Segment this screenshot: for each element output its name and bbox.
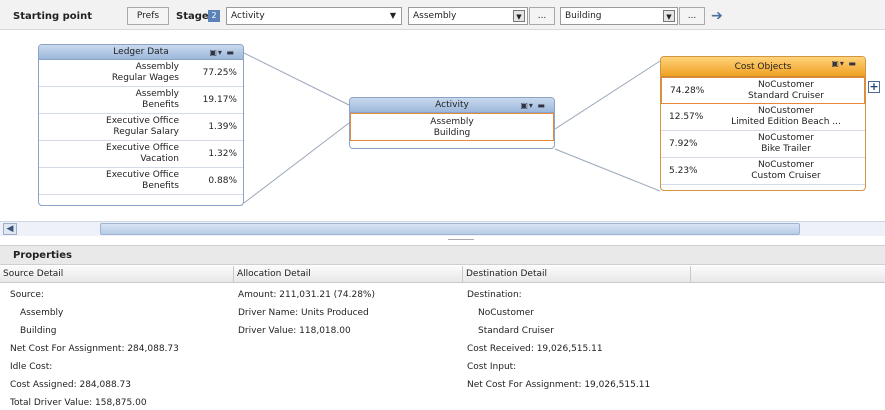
ledger-row-line1: Assembly — [135, 62, 179, 72]
assembly-select-value: Assembly — [413, 11, 457, 21]
expand-plus-icon[interactable]: + — [868, 81, 880, 93]
column-header-destination-detail[interactable]: Destination Detail — [463, 266, 691, 283]
properties-header: Properties — [0, 245, 885, 265]
destination-cost-input: Cost Input: — [467, 362, 517, 372]
ledger-row-line1: Executive Office — [106, 116, 179, 126]
building-select[interactable]: Building ▼ — [560, 7, 678, 25]
ledger-row[interactable]: Executive Office Vacation 1.32% — [39, 141, 243, 168]
destination-line: Standard Cruiser — [478, 326, 554, 336]
toolbar: Starting point Prefs Stage 2 Activity ▼ … — [0, 0, 885, 30]
cost-object-line2: Standard Cruiser — [748, 90, 824, 101]
cost-object-percent: 12.57% — [669, 112, 704, 122]
ledger-row-line1: Executive Office — [106, 170, 179, 180]
node-menu-icon[interactable]: ▣▾ ▬ — [520, 98, 546, 113]
stage-select-value: Activity — [231, 11, 265, 21]
prefs-button[interactable]: Prefs — [127, 7, 169, 25]
cost-objects-node[interactable]: Cost Objects ▣▾ ▬ 74.28% NoCustomer Stand… — [660, 56, 866, 191]
cost-object-line2: Bike Trailer — [761, 144, 811, 154]
cost-object-percent: 7.92% — [669, 139, 698, 149]
activity-title: Activity — [435, 100, 469, 110]
node-menu-icon[interactable]: ▣▾ ▬ — [209, 45, 235, 60]
activity-node[interactable]: Activity ▣▾ ▬ Assembly Building — [349, 97, 555, 149]
cost-objects-header: Cost Objects ▣▾ ▬ — [661, 57, 865, 77]
source-total-driver-value: Total Driver Value: 158,875.00 — [10, 398, 147, 408]
destination-label: Destination: — [467, 290, 522, 300]
allocation-driver-value: Driver Value: 118,018.00 — [238, 326, 351, 336]
chevron-down-icon: ▼ — [389, 11, 397, 20]
assembly-select[interactable]: Assembly ▼ — [408, 7, 528, 25]
allocation-canvas: Ledger Data ▣▾ ▬ Assembly Regular Wages 7… — [0, 31, 885, 221]
ledger-row-percent: 0.88% — [208, 176, 237, 186]
ledger-row[interactable]: Assembly Regular Wages 77.25% — [39, 60, 243, 87]
source-line: Assembly — [20, 308, 64, 318]
column-header-empty — [691, 266, 885, 283]
ledger-row[interactable]: Assembly Benefits 19.17% — [39, 87, 243, 114]
properties-title: Properties — [13, 250, 72, 261]
ledger-data-header: Ledger Data ▣▾ ▬ — [39, 45, 243, 60]
stage-number-badge: 2 — [208, 10, 220, 22]
ledger-row-line2: Regular Wages — [111, 73, 179, 83]
ledger-row-percent: 1.39% — [208, 122, 237, 132]
column-header-allocation-detail[interactable]: Allocation Detail — [234, 266, 463, 283]
source-label: Source: — [10, 290, 44, 300]
allocation-amount: Amount: 211,031.21 (74.28%) — [238, 290, 375, 300]
ledger-row[interactable]: Executive Office Benefits 0.88% — [39, 168, 243, 195]
ledger-row[interactable]: Executive Office Regular Salary 1.39% — [39, 114, 243, 141]
starting-point-label: Starting point — [13, 11, 92, 22]
ledger-row-line1: Executive Office — [106, 143, 179, 153]
dropdown-arrow-icon: ▼ — [513, 10, 525, 22]
building-select-value: Building — [565, 11, 602, 21]
building-browse-button[interactable]: ... — [679, 7, 705, 25]
node-menu-icon[interactable]: ▣▾ ▬ — [831, 57, 857, 71]
destination-cost-received: Cost Received: 19,026,515.11 — [467, 344, 603, 354]
activity-item[interactable]: Assembly Building — [350, 113, 554, 141]
cost-object-line1: NoCustomer — [758, 106, 814, 116]
stage-select[interactable]: Activity ▼ — [226, 7, 402, 25]
canvas-horizontal-scrollbar[interactable]: ◀ — [0, 221, 885, 236]
ledger-data-node[interactable]: Ledger Data ▣▾ ▬ Assembly Regular Wages 7… — [38, 44, 244, 206]
ledger-row-line1: Assembly — [135, 89, 179, 99]
cost-object-percent: 74.28% — [670, 85, 705, 96]
cost-object-row[interactable]: 74.28% NoCustomer Standard Cruiser — [661, 77, 865, 104]
cost-object-line1: NoCustomer — [758, 160, 814, 170]
scrollbar-thumb[interactable] — [100, 223, 800, 235]
ledger-row-line2: Benefits — [142, 100, 179, 110]
activity-header: Activity ▣▾ ▬ — [350, 98, 554, 113]
cost-object-line2: Custom Cruiser — [751, 171, 821, 181]
scroll-left-icon[interactable]: ◀ — [3, 223, 17, 235]
source-cost-assigned: Cost Assigned: 284,088.73 — [10, 380, 131, 390]
source-idle-cost: Idle Cost: — [10, 362, 53, 372]
cost-object-percent: 5.23% — [669, 166, 698, 176]
cost-object-row[interactable]: 5.23% NoCustomer Custom Cruiser — [661, 158, 865, 185]
cost-object-line1: NoCustomer — [758, 79, 814, 90]
ledger-row-percent: 77.25% — [202, 68, 237, 78]
ledger-row-line2: Benefits — [142, 181, 179, 191]
ledger-row-percent: 1.32% — [208, 149, 237, 159]
ledger-data-title: Ledger Data — [113, 47, 169, 57]
ledger-row-line2: Vacation — [140, 154, 179, 164]
cost-object-row[interactable]: 7.92% NoCustomer Bike Trailer — [661, 131, 865, 158]
destination-net-cost: Net Cost For Assignment: 19,026,515.11 — [467, 380, 651, 390]
cost-objects-title: Cost Objects — [734, 62, 792, 72]
cost-object-line1: NoCustomer — [758, 133, 814, 143]
ledger-row-line2: Regular Salary — [113, 127, 179, 137]
arrow-right-icon[interactable]: ➔ — [711, 8, 723, 24]
source-line: Building — [20, 326, 57, 336]
assembly-browse-button[interactable]: ... — [529, 7, 555, 25]
allocation-driver-name: Driver Name: Units Produced — [238, 308, 369, 318]
cost-object-row[interactable]: 12.57% NoCustomer Limited Edition Beach .… — [661, 104, 865, 131]
panel-splitter-handle[interactable] — [448, 239, 474, 241]
source-net-cost: Net Cost For Assignment: 284,088.73 — [10, 344, 179, 354]
dropdown-arrow-icon: ▼ — [663, 10, 675, 22]
activity-item-line1: Assembly — [430, 117, 474, 127]
cost-object-line2: Limited Edition Beach ... — [731, 117, 841, 127]
ledger-row-percent: 19.17% — [202, 95, 237, 105]
activity-item-line2: Building — [433, 128, 471, 138]
destination-line: NoCustomer — [478, 308, 534, 318]
stage-label: Stage — [176, 11, 209, 22]
column-header-source-detail[interactable]: Source Detail — [0, 266, 234, 283]
